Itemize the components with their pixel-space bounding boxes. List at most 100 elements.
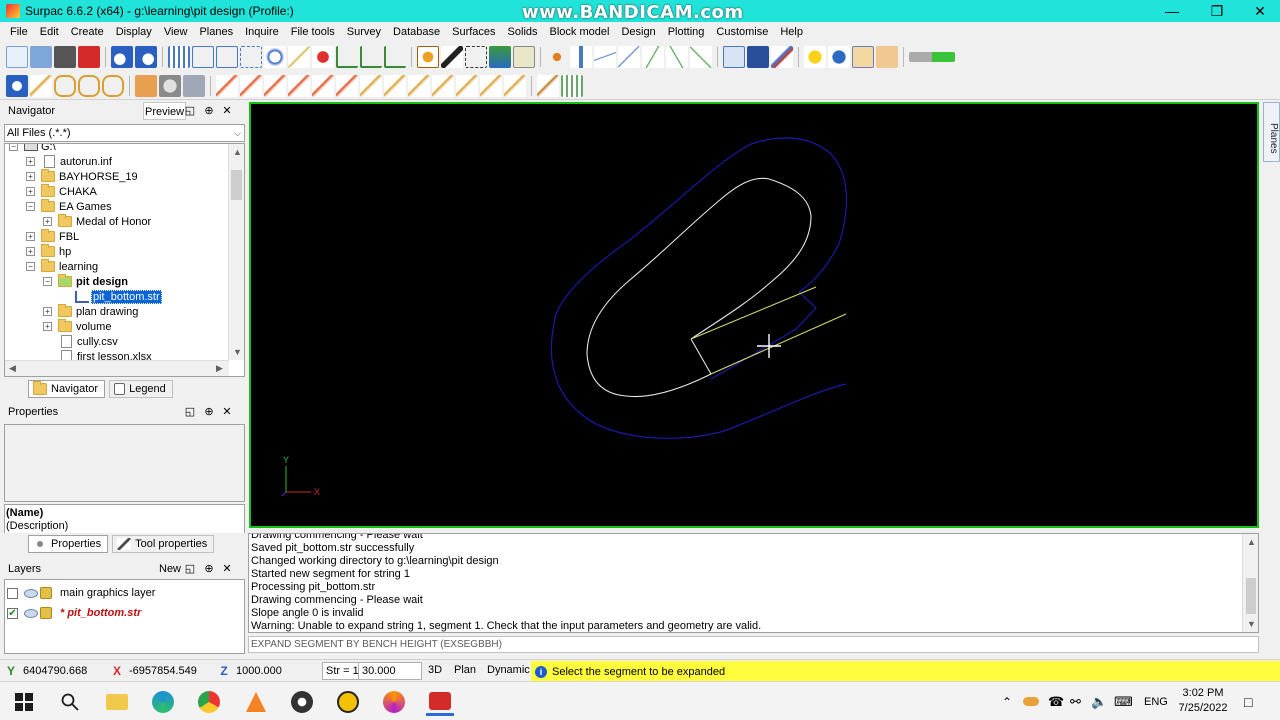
expand-icon[interactable]: + bbox=[43, 307, 52, 316]
split-icon[interactable] bbox=[666, 46, 688, 68]
expand-icon[interactable]: + bbox=[26, 157, 35, 166]
segment-icon[interactable] bbox=[618, 46, 640, 68]
expand-icon[interactable]: + bbox=[43, 322, 52, 331]
tree-root[interactable]: − G:\ bbox=[9, 144, 56, 154]
menu-customise[interactable]: Customise bbox=[710, 22, 774, 42]
triangle-icon[interactable] bbox=[135, 74, 157, 97]
eye-icon[interactable] bbox=[24, 608, 38, 618]
menu-view[interactable]: View bbox=[158, 22, 194, 42]
volume-icon[interactable]: 🔈 bbox=[1091, 682, 1107, 720]
archicad-icon[interactable] bbox=[334, 688, 362, 716]
pit-design-icon-4[interactable] bbox=[288, 74, 310, 97]
inquire-icon[interactable] bbox=[6, 74, 28, 97]
vlc-icon[interactable] bbox=[242, 688, 270, 716]
menu-file[interactable]: File bbox=[4, 22, 34, 42]
menu-plotting[interactable]: Plotting bbox=[662, 22, 711, 42]
tree-item[interactable]: cully.csv bbox=[43, 334, 118, 349]
chevron-up-icon[interactable]: ⌃ bbox=[1002, 682, 1012, 720]
zoom-in-icon[interactable] bbox=[192, 46, 214, 68]
layer-checkbox[interactable] bbox=[7, 587, 18, 599]
mode-plan-toggle[interactable]: Plan bbox=[451, 662, 479, 680]
ramp-icon-1[interactable] bbox=[360, 74, 382, 97]
solid-icon[interactable] bbox=[183, 74, 205, 97]
lock-icon[interactable] bbox=[40, 587, 52, 599]
windows-start-icon[interactable] bbox=[10, 688, 38, 716]
file-filter-select[interactable]: All Files (.*.*) ⌵ bbox=[4, 124, 245, 142]
save-icon[interactable] bbox=[30, 46, 52, 68]
new-layer-button[interactable]: New bbox=[159, 560, 181, 578]
lock-icon[interactable] bbox=[40, 607, 52, 619]
loop-icon[interactable] bbox=[54, 74, 76, 97]
tree-item[interactable]: + CHAKA bbox=[26, 184, 97, 199]
keyboard-icon[interactable]: ⌨ bbox=[1114, 682, 1133, 720]
solid-view-icon[interactable] bbox=[876, 46, 898, 68]
scroll-up-icon[interactable]: ▲ bbox=[233, 147, 242, 157]
ramp-icon-7[interactable] bbox=[504, 74, 526, 97]
axes-xy-icon[interactable] bbox=[336, 46, 358, 68]
firefox-icon[interactable] bbox=[380, 688, 408, 716]
panel-close-icon[interactable]: ✕ bbox=[219, 560, 235, 578]
pit-design-icon-2[interactable] bbox=[240, 74, 262, 97]
print-icon[interactable] bbox=[54, 46, 76, 68]
collapse-icon[interactable]: − bbox=[43, 277, 52, 286]
tree-item[interactable]: − EA Games bbox=[26, 199, 112, 214]
collapse-icon[interactable]: − bbox=[26, 262, 35, 271]
tree-item[interactable]: − learning bbox=[26, 259, 98, 274]
tab-legend[interactable]: Legend bbox=[109, 380, 173, 398]
maximize-button[interactable]: ❐ bbox=[1195, 0, 1239, 22]
menu-create[interactable]: Create bbox=[65, 22, 110, 42]
collapse-icon[interactable]: − bbox=[26, 202, 35, 211]
preview-button[interactable]: Preview bbox=[143, 102, 187, 120]
collapse-icon[interactable]: − bbox=[9, 144, 18, 151]
tree-item[interactable]: + Medal of Honor bbox=[43, 214, 151, 229]
point-icon[interactable] bbox=[546, 46, 568, 68]
float-icon[interactable]: ◱ bbox=[182, 560, 198, 578]
pin-icon[interactable]: ⊕ bbox=[201, 560, 217, 578]
move-icon[interactable] bbox=[489, 46, 511, 68]
properties-edit-icon[interactable] bbox=[513, 46, 535, 68]
message-scrollbar[interactable]: ▲ ▼ bbox=[1242, 534, 1258, 632]
oval-icon[interactable] bbox=[102, 74, 124, 97]
expand-icon[interactable]: + bbox=[26, 232, 35, 241]
undo-icon[interactable] bbox=[111, 46, 133, 68]
expand-icon[interactable]: + bbox=[26, 247, 35, 256]
menu-solids[interactable]: Solids bbox=[502, 22, 544, 42]
redo-icon[interactable] bbox=[135, 46, 157, 68]
edge-browser-icon[interactable] bbox=[149, 688, 177, 716]
menu-block-model[interactable]: Block model bbox=[544, 22, 616, 42]
surface-icon[interactable] bbox=[159, 74, 181, 97]
ring-icon[interactable] bbox=[78, 74, 100, 97]
menu-design[interactable]: Design bbox=[615, 22, 661, 42]
tree-item[interactable]: + hp bbox=[26, 244, 71, 259]
file-explorer-icon[interactable] bbox=[103, 688, 131, 716]
surpac-taskbar-icon[interactable] bbox=[426, 688, 454, 716]
monitor-icon[interactable] bbox=[747, 46, 769, 68]
pit-design-icon-6[interactable] bbox=[336, 74, 358, 97]
menu-planes[interactable]: Planes bbox=[193, 22, 239, 42]
ramp-icon-6[interactable] bbox=[480, 74, 502, 97]
magnify-icon[interactable] bbox=[264, 46, 286, 68]
tab-tool-properties[interactable]: Tool properties bbox=[112, 535, 215, 553]
scroll-thumb[interactable] bbox=[231, 170, 242, 200]
float-icon[interactable]: ◱ bbox=[182, 403, 198, 421]
zoom-window-icon[interactable] bbox=[240, 46, 262, 68]
menu-edit[interactable]: Edit bbox=[34, 22, 65, 42]
media-player-icon[interactable] bbox=[288, 688, 316, 716]
chrome-icon[interactable] bbox=[195, 688, 223, 716]
graphics-viewport[interactable]: Y X bbox=[249, 102, 1259, 528]
pit-design-icon-1[interactable] bbox=[216, 74, 238, 97]
scroll-down-icon[interactable]: ▼ bbox=[233, 347, 242, 357]
menu-database[interactable]: Database bbox=[387, 22, 446, 42]
navigator-horizontal-scrollbar[interactable]: ◀ ▶ bbox=[5, 360, 229, 376]
tree-item[interactable]: + autorun.inf bbox=[26, 154, 112, 169]
menu-display[interactable]: Display bbox=[110, 22, 158, 42]
light-icon[interactable] bbox=[804, 46, 826, 68]
target-icon[interactable] bbox=[312, 46, 334, 68]
minimize-button[interactable]: — bbox=[1150, 0, 1194, 22]
pin-icon[interactable]: ⊕ bbox=[201, 403, 217, 421]
rotate-icon[interactable] bbox=[417, 46, 439, 68]
pit-design-icon-5[interactable] bbox=[312, 74, 334, 97]
language-indicator[interactable]: ENG bbox=[1144, 682, 1168, 720]
layer-row[interactable]: main graphics layer bbox=[7, 584, 155, 602]
tree-item[interactable]: + BAYHORSE_19 bbox=[26, 169, 138, 184]
